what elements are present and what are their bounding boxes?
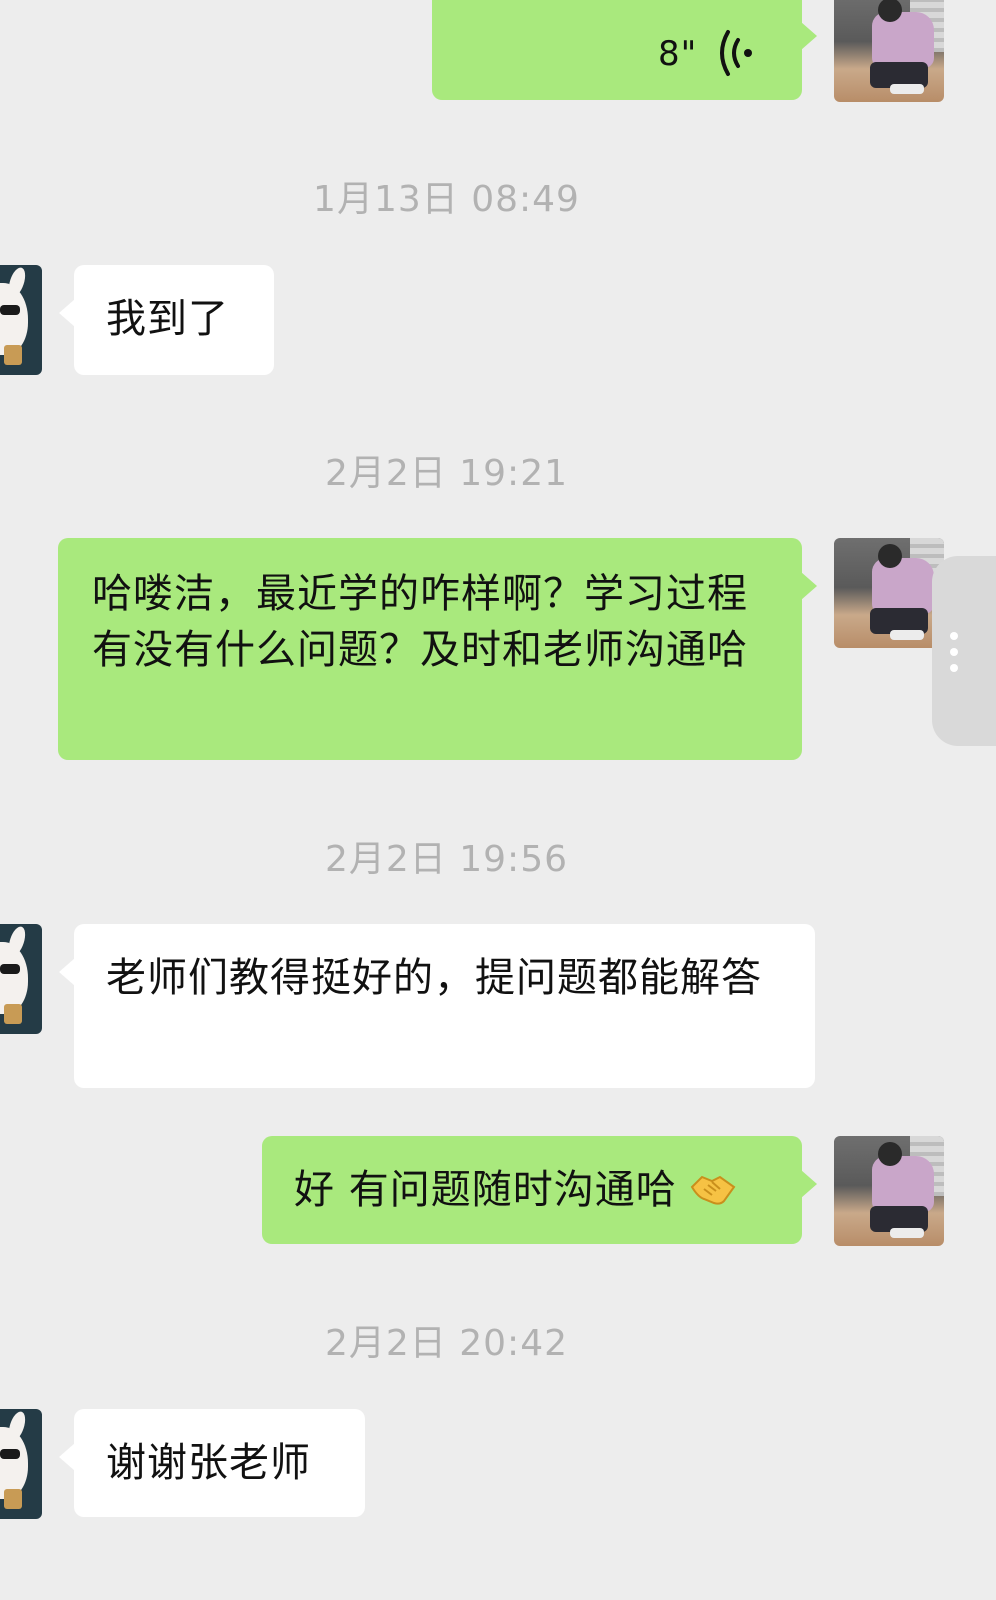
- message-timestamp: 2月2日 19:56: [325, 839, 568, 880]
- contact-avatar[interactable]: [0, 1409, 42, 1519]
- message-timestamp: 2月2日 19:21: [325, 453, 568, 494]
- message-text: 老师们教得挺好的，提问题都能解答: [106, 955, 762, 1001]
- sent-message[interactable]: 好 有问题随时沟通哈: [262, 1136, 817, 1244]
- my-avatar[interactable]: [834, 1136, 944, 1246]
- message-timestamp: 1月13日 08:49: [313, 179, 580, 220]
- message-text: 谢谢张老师: [106, 1440, 311, 1486]
- contact-avatar[interactable]: [0, 924, 42, 1034]
- my-avatar[interactable]: [834, 0, 944, 102]
- message-text: 我到了: [106, 296, 229, 342]
- side-drawer-handle[interactable]: [932, 556, 996, 746]
- message-text: 好 有问题随时沟通哈: [294, 1167, 677, 1213]
- voice-wave-icon: [720, 30, 752, 76]
- my-avatar[interactable]: [834, 538, 944, 648]
- contact-avatar[interactable]: [0, 265, 42, 375]
- voice-message-bubble[interactable]: 8": [432, 0, 817, 100]
- sent-message[interactable]: 哈喽洁，最近学的咋样啊？学习过程有没有什么问题？及时和老师沟通哈: [58, 538, 817, 760]
- message-text: 哈喽洁，最近学的咋样啊？学习过程有没有什么问题？及时和老师沟通哈: [92, 571, 748, 673]
- received-message[interactable]: 老师们教得挺好的，提问题都能解答: [59, 924, 815, 1088]
- voice-duration: 8": [658, 34, 698, 74]
- received-message[interactable]: 谢谢张老师: [59, 1409, 365, 1517]
- handshake-icon: [691, 1175, 736, 1205]
- message-timestamp: 2月2日 20:42: [325, 1323, 568, 1364]
- received-message[interactable]: 我到了: [59, 265, 274, 375]
